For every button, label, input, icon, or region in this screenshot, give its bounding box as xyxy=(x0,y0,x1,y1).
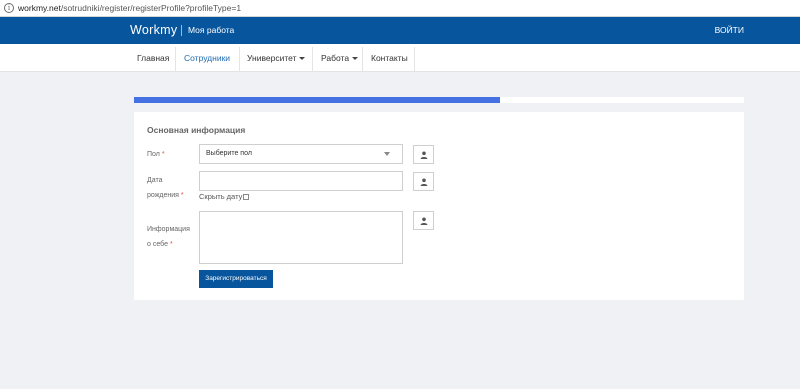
registration-progress-bar xyxy=(134,97,744,103)
nav-divider xyxy=(362,47,363,71)
url-text[interactable]: workmy.net/sotrudniki/register/registerP… xyxy=(18,3,241,13)
nav-divider xyxy=(239,47,240,71)
nav-item-employees[interactable]: Сотрудники xyxy=(180,44,234,72)
nav-divider xyxy=(312,47,313,71)
gender-privacy-button[interactable] xyxy=(413,145,434,164)
birth-date-label-line2: рождения xyxy=(147,192,179,199)
brand-divider xyxy=(181,25,182,36)
nav-label: Контакты xyxy=(371,53,408,63)
nav-divider xyxy=(175,47,176,71)
gender-label-text: Пол xyxy=(147,151,160,158)
login-link[interactable]: ВОЙТИ xyxy=(715,17,744,44)
required-mark: * xyxy=(161,151,165,158)
user-icon xyxy=(420,151,427,159)
site-header: Workmy Моя работа ВОЙТИ xyxy=(0,17,800,44)
about-label: Информация о себе * xyxy=(147,222,190,252)
birth-date-input[interactable] xyxy=(199,171,403,191)
required-mark: * xyxy=(180,192,184,199)
info-icon[interactable]: i xyxy=(4,3,14,13)
required-mark: * xyxy=(169,241,173,248)
nav-label: Университет xyxy=(247,53,297,63)
url-host: workmy.net xyxy=(18,3,61,13)
section-title: Основная информация xyxy=(147,125,246,135)
register-button[interactable]: Зарегистрироваться xyxy=(199,270,273,288)
nav-divider xyxy=(414,47,415,71)
about-label-line1: Информация xyxy=(147,226,190,233)
gender-label: Пол * xyxy=(147,147,165,162)
birth-date-label-line1: Дата xyxy=(147,177,163,184)
birth-date-privacy-button[interactable] xyxy=(413,172,434,191)
hide-date-label: Скрыть дату xyxy=(199,192,243,201)
browser-address-bar[interactable]: i workmy.net/sotrudniki/register/registe… xyxy=(0,0,800,17)
nav-item-work[interactable]: Работа xyxy=(317,44,362,72)
user-icon xyxy=(420,178,427,186)
about-textarea[interactable] xyxy=(199,211,403,264)
gender-select[interactable]: Выберите пол xyxy=(199,144,403,164)
nav-label: Работа xyxy=(321,53,350,63)
user-icon xyxy=(420,217,427,225)
birth-date-label: Дата рождения * xyxy=(147,173,184,203)
nav-item-home[interactable]: Главная xyxy=(133,44,173,72)
registration-form-card: Основная информация Пол * Выберите пол Д… xyxy=(134,112,744,300)
caret-down-icon xyxy=(352,57,359,61)
about-privacy-button[interactable] xyxy=(413,211,434,230)
nav-item-contacts[interactable]: Контакты xyxy=(367,44,412,72)
nav-item-university[interactable]: Университет xyxy=(243,44,309,72)
nav-label: Главная xyxy=(137,53,170,63)
gender-select-value: Выберите пол xyxy=(206,150,252,157)
hide-date-option[interactable]: Скрыть дату xyxy=(199,192,250,201)
nav-label: Сотрудники xyxy=(184,53,231,63)
caret-down-icon xyxy=(299,57,306,61)
about-label-line2: о себе xyxy=(147,241,168,248)
hide-date-checkbox[interactable] xyxy=(243,193,250,200)
brand-logo[interactable]: Workmy xyxy=(130,17,177,44)
main-nav: Главная Сотрудники Университет Работа Ко… xyxy=(0,44,800,72)
dropdown-arrow-icon xyxy=(384,152,390,156)
progress-fill xyxy=(134,97,500,103)
url-path: /sotrudniki/register/registerProfile?pro… xyxy=(60,3,242,13)
my-work-link[interactable]: Моя работа xyxy=(188,17,234,44)
